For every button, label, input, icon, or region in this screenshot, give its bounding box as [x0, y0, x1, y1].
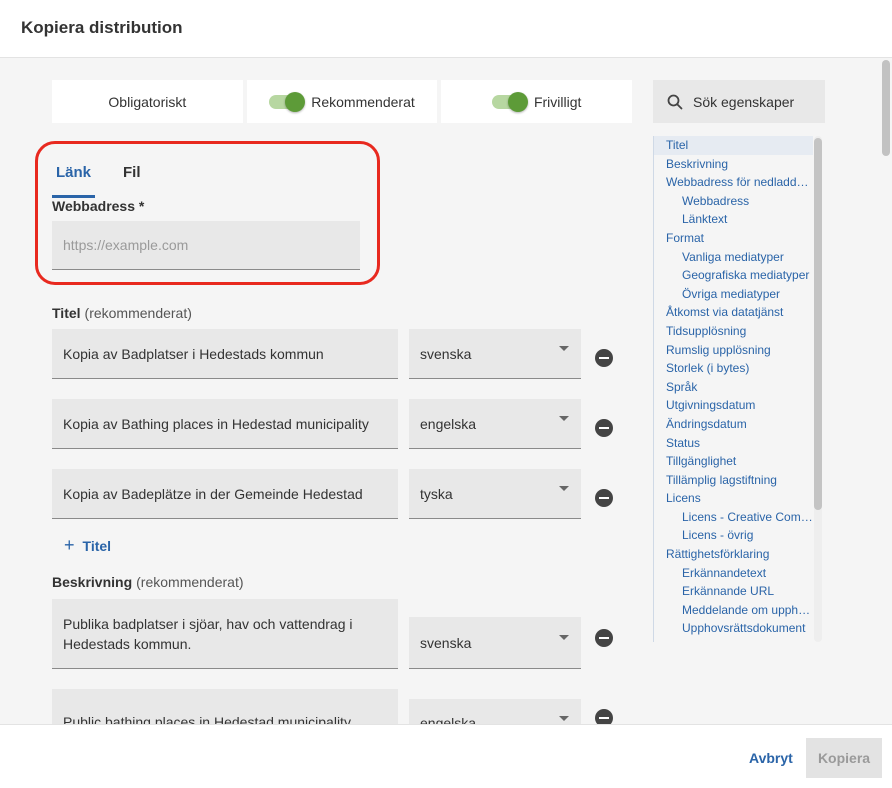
filter-optional-label: Frivilligt [533, 93, 582, 110]
description-language-value: engelska [420, 715, 477, 724]
toc-item[interactable]: Licens - övrig [654, 526, 813, 545]
property-toc: Titel Beskrivning Webbadress för nedladdni… [653, 136, 813, 642]
filter-mandatory-label: Obligatoriskt [108, 93, 187, 110]
filter-bar: Obligatoriskt Rekommenderat Frivilligt [52, 80, 633, 123]
chevron-down-icon [559, 634, 569, 640]
description-label: Beskrivning [52, 574, 133, 590]
toc-item[interactable]: Webbadress för nedladdning [654, 173, 813, 192]
toc-item[interactable]: Åtkomst via datatjänst [654, 303, 813, 322]
remove-title-button[interactable] [595, 349, 613, 367]
tab-file[interactable]: Fil [119, 162, 145, 192]
toc-item[interactable]: Upphovsrättsdokument [654, 619, 813, 638]
description-input[interactable]: Publika badplatser i sjöar, hav och vatt… [52, 599, 398, 669]
remove-title-button[interactable] [595, 419, 613, 437]
toc-item[interactable]: Utgivningsdatum [654, 396, 813, 415]
toc-item[interactable]: Webbadress [654, 192, 813, 211]
title-value: Kopia av Badplatser i Hedestads kommun [63, 345, 324, 362]
title-language-value: engelska [420, 415, 477, 432]
toc-item[interactable]: Meddelande om upphovsrätt [654, 601, 813, 620]
toggle-knob [285, 91, 306, 112]
remove-description-button[interactable] [595, 629, 613, 647]
copy-button[interactable]: Kopiera [806, 738, 882, 778]
title-input[interactable]: Kopia av Badeplätze in der Gemeinde Hede… [52, 469, 398, 519]
description-section-label: Beskrivning (rekommenderat) [52, 574, 244, 590]
dialog-header: Kopiera distribution [0, 0, 892, 58]
toc-scrollbar[interactable] [814, 136, 822, 642]
toc-item[interactable]: Titel [654, 136, 813, 155]
url-input[interactable]: https://example.com [52, 221, 360, 270]
url-placeholder: https://example.com [63, 237, 189, 253]
toc-item[interactable]: Tillgänglighet [654, 452, 813, 471]
url-type-tabs: Länk Fil [52, 162, 145, 198]
title-section-label: Titel (rekommenderat) [52, 305, 192, 321]
toc-item[interactable]: Erkännandetext [654, 564, 813, 583]
title-language-select[interactable]: svenska [409, 329, 581, 379]
search-label: Sök egenskaper [693, 93, 795, 110]
toc-item[interactable]: Tillämplig lagstiftning [654, 471, 813, 490]
title-hint: (rekommenderat) [84, 305, 192, 321]
chevron-down-icon [559, 485, 569, 491]
tab-link[interactable]: Länk [52, 162, 96, 198]
search-properties-button[interactable]: Sök egenskaper [653, 80, 825, 123]
title-input[interactable]: Kopia av Badplatser i Hedestads kommun [52, 329, 398, 379]
title-value: Kopia av Bathing places in Hedestad muni… [63, 415, 369, 432]
title-value: Kopia av Badeplätze in der Gemeinde Hede… [63, 485, 363, 502]
toc-item[interactable]: Tidsupplösning [654, 322, 813, 341]
title-language-select[interactable]: engelska [409, 399, 581, 449]
toc-item[interactable]: Länktext [654, 210, 813, 229]
chevron-down-icon [559, 715, 569, 721]
filter-recommended-label: Rekommenderat [311, 93, 415, 110]
toc-item[interactable]: Ändringsdatum [654, 415, 813, 434]
toc-item[interactable]: Språk [654, 378, 813, 397]
description-hint: (rekommenderat) [136, 574, 244, 590]
filter-optional[interactable]: Frivilligt [441, 80, 633, 123]
toggle-knob [507, 91, 528, 112]
recommended-toggle[interactable] [269, 91, 306, 112]
toc-item[interactable]: Rumslig upplösning [654, 341, 813, 360]
title-language-select[interactable]: tyska [409, 469, 581, 519]
filter-mandatory[interactable]: Obligatoriskt [52, 80, 243, 123]
remove-description-button[interactable] [595, 709, 613, 724]
description-language-select[interactable]: svenska [409, 617, 581, 669]
add-title-label: Titel [82, 537, 112, 554]
description-value: Public bathing places in Hedestad munici… [63, 714, 351, 724]
description-language-value: svenska [420, 634, 472, 651]
dialog-body: Obligatoriskt Rekommenderat Frivilligt S… [0, 58, 892, 724]
title-label: Titel [52, 305, 81, 321]
url-label: Webbadress * [52, 198, 145, 214]
description-input[interactable]: Public bathing places in Hedestad munici… [52, 689, 398, 724]
optional-toggle[interactable] [491, 91, 528, 112]
toc-item[interactable]: Beskrivning [654, 155, 813, 174]
toc-item[interactable]: Format [654, 229, 813, 248]
toc-item[interactable]: Geografiska mediatyper [654, 266, 813, 285]
toc-item[interactable]: Erkännande URL [654, 582, 813, 601]
toc-item[interactable]: Rättighetsförklaring [654, 545, 813, 564]
toc-scroll-thumb[interactable] [814, 138, 822, 510]
remove-title-button[interactable] [595, 489, 613, 507]
title-language-value: tyska [420, 485, 453, 502]
dialog-title: Kopiera distribution [21, 18, 183, 37]
main-scroll-thumb[interactable] [882, 60, 890, 156]
chevron-down-icon [559, 345, 569, 351]
toc-item[interactable]: Licens [654, 489, 813, 508]
description-value: Publika badplatser i sjöar, hav och vatt… [63, 615, 353, 652]
search-icon [667, 94, 683, 109]
description-language-select[interactable]: engelska [409, 699, 581, 724]
toc-item[interactable]: Licens - Creative Commons [654, 508, 813, 527]
main-scrollbar[interactable] [880, 58, 892, 724]
toc-item[interactable]: Övriga mediatyper [654, 285, 813, 304]
chevron-down-icon [559, 415, 569, 421]
title-input[interactable]: Kopia av Bathing places in Hedestad muni… [52, 399, 398, 449]
add-title-button[interactable]: + Titel [64, 535, 111, 556]
toc-item[interactable]: Storlek (i bytes) [654, 359, 813, 378]
title-language-value: svenska [420, 345, 472, 362]
dialog-footer: Avbryt Kopiera [0, 724, 892, 788]
plus-icon: + [64, 535, 75, 555]
toc-item[interactable]: Vanliga mediatyper [654, 248, 813, 267]
cancel-button[interactable]: Avbryt [736, 750, 806, 766]
filter-recommended[interactable]: Rekommenderat [246, 80, 438, 123]
toc-item[interactable]: Status [654, 434, 813, 453]
